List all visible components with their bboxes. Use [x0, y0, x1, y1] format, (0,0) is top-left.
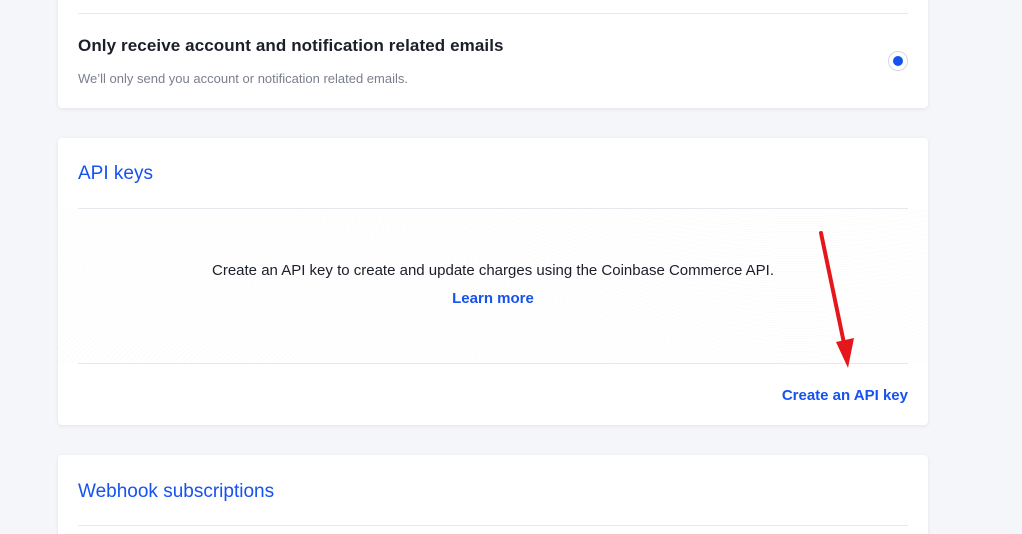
email-preference-card: Only receive account and notification re… — [58, 0, 928, 108]
email-option-radio[interactable] — [888, 51, 908, 71]
api-keys-title: API keys — [78, 163, 153, 184]
divider — [78, 525, 908, 526]
api-keys-card: API keys Create an API key to create and… — [58, 138, 928, 425]
email-option-subtitle: We’ll only send you account or notificat… — [78, 71, 408, 86]
webhook-subscriptions-title: Webhook subscriptions — [78, 481, 275, 502]
create-api-key-button[interactable]: Create an API key — [782, 387, 908, 404]
radio-selected-dot — [893, 56, 903, 66]
learn-more-link[interactable]: Learn more — [58, 290, 928, 307]
api-keys-description: Create an API key to create and update c… — [212, 262, 774, 279]
divider — [78, 363, 908, 364]
divider — [78, 13, 908, 14]
webhook-subscriptions-card: Webhook subscriptions — [58, 455, 928, 534]
email-option-title: Only receive account and notification re… — [78, 36, 504, 55]
api-keys-background-pattern — [58, 209, 928, 363]
